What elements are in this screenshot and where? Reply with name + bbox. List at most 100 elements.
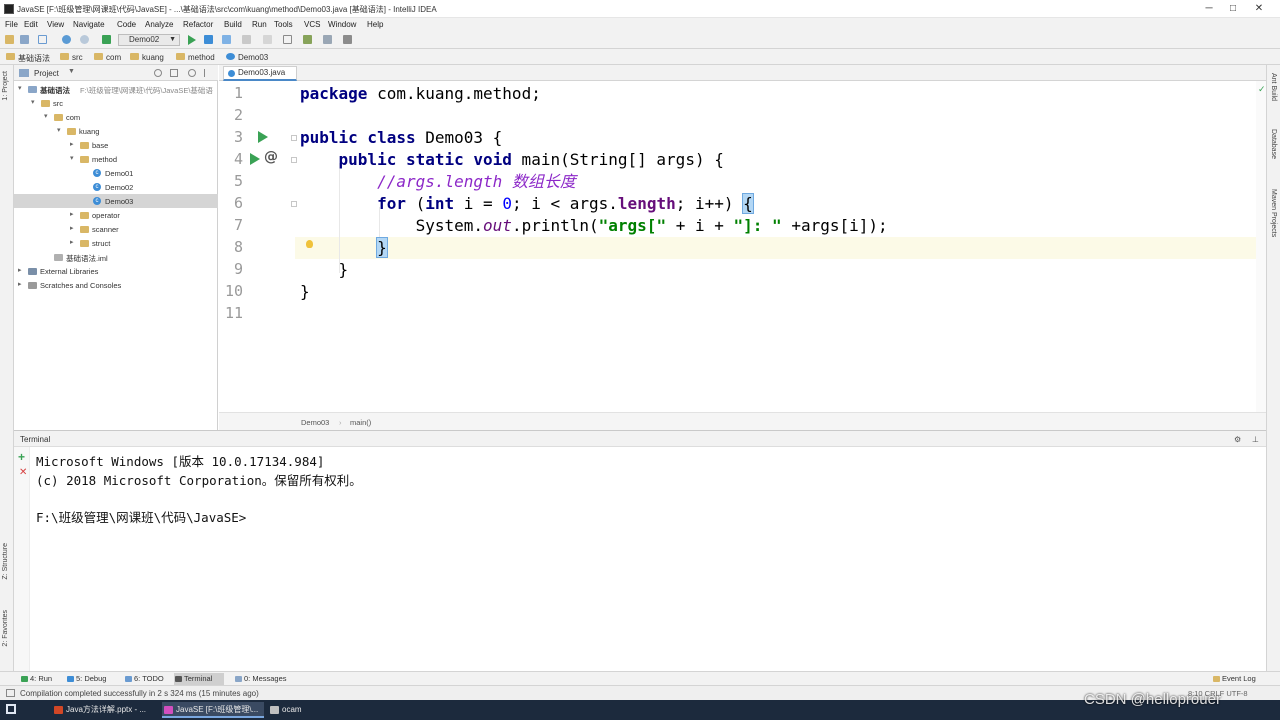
chevron-down-icon[interactable]: ▼ [68, 68, 75, 75]
code-line[interactable]: } [300, 259, 349, 281]
menu-refactor[interactable]: Refactor [183, 20, 213, 29]
tree-item[interactable]: ▸ External Libraries [14, 264, 218, 278]
breadcrumb-method[interactable]: method [188, 53, 215, 62]
chevron-right-icon[interactable]: ▸ [18, 280, 22, 288]
tree-item[interactable]: ▾ kuang [14, 124, 218, 138]
chevron-down-icon[interactable]: ▾ [18, 84, 22, 92]
database-tab[interactable]: Database [1270, 129, 1277, 159]
editor-breadcrumb-class[interactable]: Demo03 [301, 418, 329, 427]
tab-debug[interactable]: 5: Debug [66, 673, 106, 685]
editor-scrollbar[interactable] [1256, 81, 1266, 412]
tree-item[interactable]: ▸ Scratches and Consoles [14, 278, 218, 292]
open-folder-icon[interactable] [5, 35, 14, 44]
locate-icon[interactable] [154, 69, 162, 77]
close-button[interactable]: ✕ [1248, 2, 1270, 15]
restore-button[interactable]: □ [1222, 2, 1244, 15]
structure-tool-tab[interactable]: Z: Structure [2, 543, 9, 580]
ant-build-tab[interactable]: Ant Build [1270, 73, 1277, 101]
editor-breadcrumb-method[interactable]: main() [350, 418, 371, 427]
code-line[interactable]: for (int i = 0; i < args.length; i++) { [300, 193, 754, 215]
tree-item[interactable]: ▾ com [14, 110, 218, 124]
project-tool-tab[interactable]: 1: Project [2, 71, 9, 101]
coverage-icon[interactable] [222, 35, 231, 44]
chevron-down-icon[interactable]: ▾ [44, 112, 48, 120]
tree-item[interactable]: ▸ base [14, 138, 218, 152]
breadcrumb-com[interactable]: com [106, 53, 121, 62]
code-line[interactable]: //args.length 数组长度 [300, 171, 576, 193]
new-session-icon[interactable]: + [18, 450, 25, 464]
tree-item[interactable]: c Demo01 [14, 166, 218, 180]
terminal-icon[interactable] [343, 35, 352, 44]
maven-projects-tab[interactable]: Maven Projects [1270, 189, 1277, 237]
sdk-icon[interactable] [283, 35, 292, 44]
menu-run[interactable]: Run [252, 20, 267, 29]
settings-icon[interactable] [303, 35, 312, 44]
tree-item[interactable]: c Demo02 [14, 180, 218, 194]
run-class-icon[interactable] [258, 131, 268, 143]
tree-item[interactable]: 基础语法.iml [14, 250, 218, 264]
tree-item[interactable]: ▾ 基础语法 F:\班级管理\网课班\代码\JavaSE\基础语 [14, 82, 218, 96]
fold-marker-icon[interactable] [291, 157, 297, 163]
code-line[interactable]: public static void main(String[] args) { [300, 149, 724, 171]
menu-code[interactable]: Code [117, 20, 136, 29]
forward-icon[interactable] [80, 35, 89, 44]
chevron-down-icon[interactable]: ▾ [70, 154, 74, 162]
sync-icon[interactable] [38, 35, 47, 44]
project-structure-icon[interactable] [263, 35, 272, 44]
run-main-icon[interactable] [250, 153, 260, 165]
tree-item[interactable]: ▸ struct [14, 236, 218, 250]
tool-window-icon[interactable] [6, 689, 15, 697]
chevron-down-icon[interactable]: ▾ [31, 98, 35, 106]
chevron-right-icon[interactable]: ▸ [18, 266, 22, 274]
tree-item[interactable]: ▸ scanner [14, 222, 218, 236]
stop-icon[interactable] [242, 35, 251, 44]
breadcrumb-src[interactable]: src [72, 53, 83, 62]
breadcrumb-kuang[interactable]: kuang [142, 53, 164, 62]
minimize-button[interactable]: ─ [1198, 2, 1220, 15]
collapse-icon[interactable] [170, 69, 178, 77]
run-icon[interactable] [188, 35, 196, 45]
code-line[interactable]: package com.kuang.method; [300, 83, 541, 105]
breadcrumb-module[interactable]: 基础语法 [18, 53, 50, 64]
chevron-down-icon[interactable]: ▾ [57, 126, 61, 134]
tab-terminal[interactable]: Terminal [174, 673, 224, 685]
menu-build[interactable]: Build [224, 20, 242, 29]
tab-messages[interactable]: 0: Messages [234, 673, 287, 685]
tab-todo[interactable]: 6: TODO [124, 673, 164, 685]
breadcrumb-class[interactable]: Demo03 [238, 53, 268, 62]
fold-marker-icon[interactable] [291, 201, 297, 207]
taskbar-ocam[interactable]: ocam [268, 702, 318, 718]
code-line[interactable]: System.out.println("args[" + i + "]: " +… [300, 215, 888, 237]
gear-icon[interactable]: ⚙ [1234, 435, 1241, 444]
hide-panel-icon[interactable] [204, 69, 212, 77]
chevron-right-icon[interactable]: ▸ [70, 140, 74, 148]
code-line[interactable]: } [300, 237, 388, 259]
taskbar-powerpoint[interactable]: Java方法详解.pptx - ... [52, 702, 156, 718]
tree-item[interactable]: ▾ method [14, 152, 218, 166]
menu-help[interactable]: Help [367, 20, 383, 29]
tab-run[interactable]: 4: Run [20, 673, 52, 685]
back-icon[interactable] [62, 35, 71, 44]
menu-analyze[interactable]: Analyze [145, 20, 173, 29]
editor-tab-demo03[interactable]: Demo03.java [223, 66, 297, 81]
fold-marker-icon[interactable] [291, 135, 297, 141]
gear-icon[interactable] [188, 69, 196, 77]
chevron-right-icon[interactable]: ▸ [70, 224, 74, 232]
code-editor[interactable]: @ 1 2 3 4 5 6 7 8 9 10 11 package com.kuang.method… [219, 81, 1266, 412]
taskbar-intellij[interactable]: JavaSE [F:\班级管理\... [162, 702, 264, 718]
windows-start-icon[interactable] [6, 704, 16, 714]
menu-navigate[interactable]: Navigate [73, 20, 105, 29]
menu-edit[interactable]: Edit [24, 20, 38, 29]
terminal-prompt[interactable]: F:\班级管理\网课班\代码\JavaSE> [36, 507, 246, 526]
debug-icon[interactable] [204, 35, 213, 44]
chevron-right-icon[interactable]: ▸ [70, 210, 74, 218]
hide-terminal-icon[interactable]: ⊥ [1252, 435, 1259, 444]
project-panel-title[interactable]: Project [34, 69, 59, 78]
search-icon[interactable] [323, 35, 332, 44]
close-session-icon[interactable]: ✕ [19, 467, 27, 478]
tree-item[interactable]: c Demo03 [14, 194, 218, 208]
tree-item[interactable]: ▾ src [14, 96, 218, 110]
run-configuration-select[interactable]: Demo02 ▼ [118, 34, 180, 46]
code-line[interactable]: } [300, 281, 310, 303]
chevron-right-icon[interactable]: ▸ [70, 238, 74, 246]
